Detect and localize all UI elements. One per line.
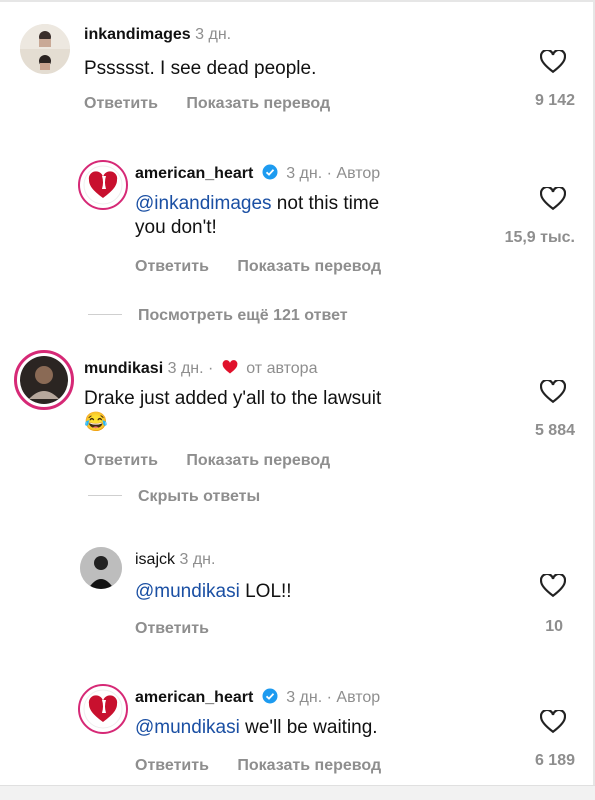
bottom-edge — [0, 785, 595, 800]
profile-photo-avatar-icon — [20, 356, 68, 404]
reply-button[interactable]: Ответить — [135, 258, 209, 275]
reply-button[interactable]: Ответить — [135, 620, 209, 637]
liked-by-author-label: от автора — [246, 360, 318, 377]
verified-badge-icon — [262, 688, 278, 704]
top-divider — [0, 0, 595, 2]
comment-time: 3 дн. — [286, 165, 323, 182]
comment-text: LOL!! — [239, 581, 292, 602]
show-translation-button[interactable]: Показать перевод — [237, 258, 381, 275]
author-liked-heart-icon — [222, 360, 238, 374]
mention-link[interactable]: @mundikasi — [135, 581, 240, 602]
author-badge: Автор — [336, 689, 381, 706]
comment-text: Pssssst. I see dead people. — [84, 58, 317, 79]
avatar[interactable] — [78, 684, 128, 734]
profile-photo-avatar-icon — [80, 547, 122, 589]
comment-time: 3 дн. — [286, 689, 323, 706]
comment-username[interactable]: american_heart — [135, 689, 253, 706]
view-more-replies[interactable]: Посмотреть ещё 121 ответ — [88, 307, 348, 325]
view-more-label: Посмотреть ещё 121 ответ — [138, 307, 348, 324]
hide-replies[interactable]: Скрыть ответы — [88, 488, 260, 506]
reply-button[interactable]: Ответить — [84, 452, 158, 469]
show-translation-button[interactable]: Показать перевод — [186, 95, 330, 112]
heart-icon[interactable] — [540, 574, 566, 598]
comment-text: we'll be waiting. — [239, 717, 378, 738]
like-count: 6 189 — [534, 752, 575, 769]
show-translation-button[interactable]: Показать перевод — [237, 757, 381, 774]
like-count: 9 142 — [534, 92, 575, 109]
comment-time: 3 дн. — [179, 551, 216, 568]
comment-text-line2: you don't! — [135, 217, 217, 238]
verified-badge-icon — [262, 164, 278, 180]
comment-username[interactable]: inkandimages — [84, 26, 191, 43]
comment-username[interactable]: american_heart — [135, 165, 253, 182]
heart-icon[interactable] — [540, 50, 566, 74]
heart-icon[interactable] — [540, 710, 566, 734]
separator: · — [326, 165, 332, 182]
avatar[interactable] — [80, 547, 122, 589]
comment-text: Drake just added y'all to the lawsuit — [84, 388, 382, 409]
heart-torch-logo-icon — [83, 689, 123, 729]
like-count: 5 884 — [534, 422, 575, 439]
hide-replies-label: Скрыть ответы — [138, 488, 261, 505]
reply-button[interactable]: Ответить — [84, 95, 158, 112]
separator: · — [326, 689, 332, 706]
avatar[interactable] — [78, 160, 128, 210]
avatar[interactable] — [14, 350, 74, 410]
photo-collage-avatar-icon — [20, 24, 70, 74]
author-badge: Автор — [336, 165, 381, 182]
thread-line — [88, 314, 122, 315]
mention-link[interactable]: @mundikasi — [135, 717, 240, 738]
reply-button[interactable]: Ответить — [135, 757, 209, 774]
show-translation-button[interactable]: Показать перевод — [186, 452, 330, 469]
emoji-laughing: 😂 — [84, 412, 108, 433]
like-count: 15,9 тыс. — [504, 229, 575, 246]
heart-icon[interactable] — [540, 187, 566, 211]
comment-time: 3 дн. — [195, 26, 232, 43]
heart-torch-logo-icon — [83, 165, 123, 205]
like-count: 10 — [545, 618, 563, 635]
heart-icon[interactable] — [540, 380, 566, 404]
comment-username[interactable]: mundikasi — [84, 360, 163, 377]
separator: · — [208, 360, 214, 377]
thread-line — [88, 495, 122, 496]
comment-username[interactable]: isajck — [135, 551, 175, 568]
comment-time: 3 дн. — [167, 360, 204, 377]
mention-link[interactable]: @inkandimages — [135, 193, 272, 214]
comment-text: not this time — [271, 193, 380, 214]
avatar[interactable] — [20, 24, 70, 74]
